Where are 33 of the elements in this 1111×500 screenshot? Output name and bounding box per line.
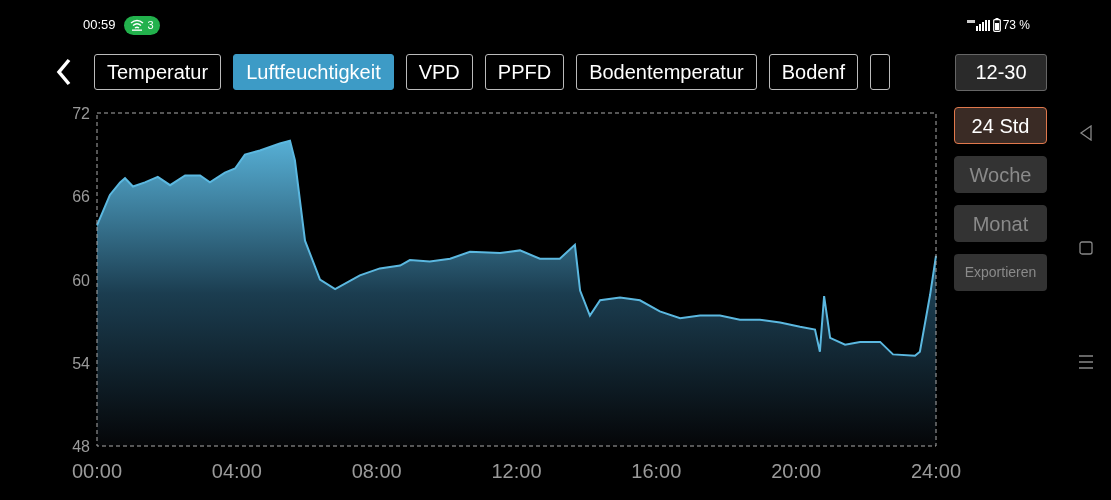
battery-percent: 73 % <box>1002 17 1030 34</box>
range-button[interactable]: Monat <box>954 205 1047 242</box>
range-button[interactable]: Woche <box>954 156 1047 193</box>
home-nav-icon[interactable] <box>1078 241 1093 255</box>
back-nav-icon[interactable] <box>1078 125 1093 141</box>
y-axis-label: 66 <box>72 188 90 206</box>
export-button[interactable]: Exportieren <box>954 254 1047 291</box>
clock-text: 00:59 <box>83 16 116 35</box>
x-axis-label: 24:00 <box>910 460 962 482</box>
tab[interactable]: Bodenf <box>768 54 859 90</box>
x-axis-label: 12:00 <box>491 460 542 482</box>
hotspot-icon <box>129 19 144 31</box>
range-button[interactable]: 24 Std <box>954 107 1047 144</box>
tab[interactable] <box>870 54 891 90</box>
hotspot-count: 3 <box>147 17 154 33</box>
signal-icon <box>966 19 991 31</box>
x-axis-label: 04:00 <box>211 460 262 482</box>
y-axis-label: 60 <box>72 271 90 289</box>
x-axis-label: 00:00 <box>71 460 123 482</box>
y-axis-label: 48 <box>72 438 90 455</box>
y-axis-label: 54 <box>72 354 90 372</box>
date-button[interactable]: 12-30 <box>955 53 1047 91</box>
tab[interactable]: VPD <box>405 54 473 90</box>
tab[interactable]: Bodentemperatur <box>576 54 757 90</box>
tab[interactable]: PPFD <box>484 54 565 90</box>
x-axis-label: 08:00 <box>351 460 402 482</box>
tab[interactable]: Temperatur <box>94 54 222 90</box>
x-axis-label: 16:00 <box>631 460 682 482</box>
menu-nav-icon[interactable] <box>1077 355 1094 369</box>
x-axis-label: 20:00 <box>771 460 822 482</box>
y-axis-label: 72 <box>72 105 90 122</box>
back-icon <box>56 58 72 86</box>
battery-icon <box>992 18 1001 32</box>
